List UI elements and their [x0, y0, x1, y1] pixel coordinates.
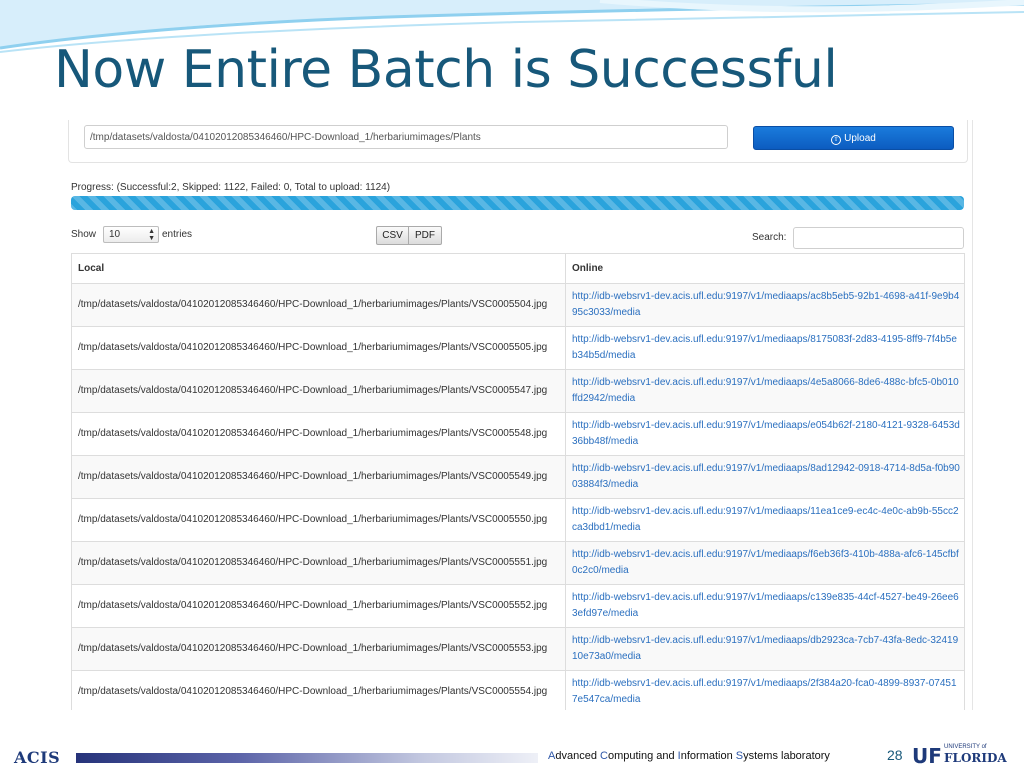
column-header-online[interactable]: Online — [565, 253, 965, 284]
local-path-cell: /tmp/datasets/valdosta/04102012085346460… — [71, 584, 566, 628]
local-path-cell: /tmp/datasets/valdosta/04102012085346460… — [71, 326, 566, 370]
upload-results-table: Local Online /tmp/datasets/valdosta/0410… — [71, 253, 965, 710]
local-path-cell: /tmp/datasets/valdosta/04102012085346460… — [71, 541, 566, 585]
table-row: /tmp/datasets/valdosta/04102012085346460… — [71, 498, 965, 542]
table-row: /tmp/datasets/valdosta/04102012085346460… — [71, 584, 965, 628]
lab-name-part: omputing and — [607, 750, 678, 762]
lab-name: Advanced Computing and Information Syste… — [548, 750, 830, 762]
online-url-link[interactable]: http://idb-websrv1-dev.acis.ufl.edu:9197… — [565, 283, 965, 327]
uf-logo-mark: UF — [912, 744, 942, 768]
export-csv-button[interactable]: CSV — [376, 226, 409, 245]
online-url-link[interactable]: http://idb-websrv1-dev.acis.ufl.edu:9197… — [565, 584, 965, 628]
local-path-cell: /tmp/datasets/valdosta/04102012085346460… — [71, 369, 566, 413]
uf-logo-name: FLORIDA — [944, 751, 1007, 765]
slide-title: Now Entire Batch is Successful — [54, 40, 838, 100]
lab-name-part: dvanced — [555, 750, 600, 762]
online-url-link[interactable]: http://idb-websrv1-dev.acis.ufl.edu:9197… — [565, 541, 965, 585]
online-url-link[interactable]: http://idb-websrv1-dev.acis.ufl.edu:9197… — [565, 369, 965, 413]
progress-bar — [71, 196, 964, 210]
online-url-link[interactable]: http://idb-websrv1-dev.acis.ufl.edu:9197… — [565, 627, 965, 671]
uf-logo: UF UNIVERSITY of FLORIDA — [912, 744, 1008, 768]
online-url-link[interactable]: http://idb-websrv1-dev.acis.ufl.edu:9197… — [565, 412, 965, 456]
show-label: Show — [71, 229, 97, 240]
table-row: /tmp/datasets/valdosta/04102012085346460… — [71, 283, 965, 327]
entries-per-page-select[interactable]: 10 ▲ ▼ — [103, 226, 159, 243]
lab-name-initial: S — [735, 750, 744, 762]
select-arrows-icon: ▲ ▼ — [148, 228, 155, 242]
upload-circle-icon: ⇧ — [831, 135, 842, 145]
table-row: /tmp/datasets/valdosta/04102012085346460… — [71, 455, 965, 499]
table-row: /tmp/datasets/valdosta/04102012085346460… — [71, 627, 965, 671]
upload-panel: /tmp/datasets/valdosta/04102012085346460… — [68, 120, 968, 163]
local-path-cell: /tmp/datasets/valdosta/04102012085346460… — [71, 455, 566, 499]
local-path-cell: /tmp/datasets/valdosta/04102012085346460… — [71, 627, 566, 671]
page-number: 28 — [887, 747, 903, 763]
online-url-link[interactable]: http://idb-websrv1-dev.acis.ufl.edu:9197… — [565, 498, 965, 542]
progress-status-text: Progress: (Successful:2, Skipped: 1122, … — [71, 182, 391, 193]
lab-name-initial: C — [600, 750, 608, 762]
local-path-cell: /tmp/datasets/valdosta/04102012085346460… — [71, 670, 566, 710]
table-row: /tmp/datasets/valdosta/04102012085346460… — [71, 670, 965, 710]
online-url-link[interactable]: http://idb-websrv1-dev.acis.ufl.edu:9197… — [565, 455, 965, 499]
directory-path-input[interactable]: /tmp/datasets/valdosta/04102012085346460… — [84, 125, 728, 149]
local-path-cell: /tmp/datasets/valdosta/04102012085346460… — [71, 498, 566, 542]
uf-logo-subtitle: UNIVERSITY of — [944, 744, 987, 750]
table-row: /tmp/datasets/valdosta/04102012085346460… — [71, 412, 965, 456]
entries-label: entries — [162, 229, 193, 240]
column-header-local[interactable]: Local — [71, 253, 566, 284]
table-row: /tmp/datasets/valdosta/04102012085346460… — [71, 326, 965, 370]
table-row: /tmp/datasets/valdosta/04102012085346460… — [71, 369, 965, 413]
online-url-link[interactable]: http://idb-websrv1-dev.acis.ufl.edu:9197… — [565, 326, 965, 370]
lab-name-part: ystems laboratory — [743, 750, 830, 762]
app-screenshot: /tmp/datasets/valdosta/04102012085346460… — [68, 120, 973, 710]
local-path-cell: /tmp/datasets/valdosta/04102012085346460… — [71, 412, 566, 456]
upload-button[interactable]: ⇧ Upload — [753, 126, 954, 150]
progress-bar-fill — [71, 196, 964, 210]
acis-logo: ACIS — [14, 748, 61, 767]
table-row: /tmp/datasets/valdosta/04102012085346460… — [71, 541, 965, 585]
search-label: Search: — [752, 232, 787, 243]
lab-name-part: nformation — [680, 750, 736, 762]
entries-per-page-value: 10 — [109, 229, 121, 240]
footer-gradient-bar — [76, 753, 538, 763]
export-pdf-button[interactable]: PDF — [408, 226, 442, 245]
upload-button-label: Upload — [844, 133, 876, 144]
local-path-cell: /tmp/datasets/valdosta/04102012085346460… — [71, 283, 566, 327]
table-header-row: Local Online — [71, 253, 965, 284]
online-url-link[interactable]: http://idb-websrv1-dev.acis.ufl.edu:9197… — [565, 670, 965, 710]
search-input[interactable] — [793, 227, 964, 249]
